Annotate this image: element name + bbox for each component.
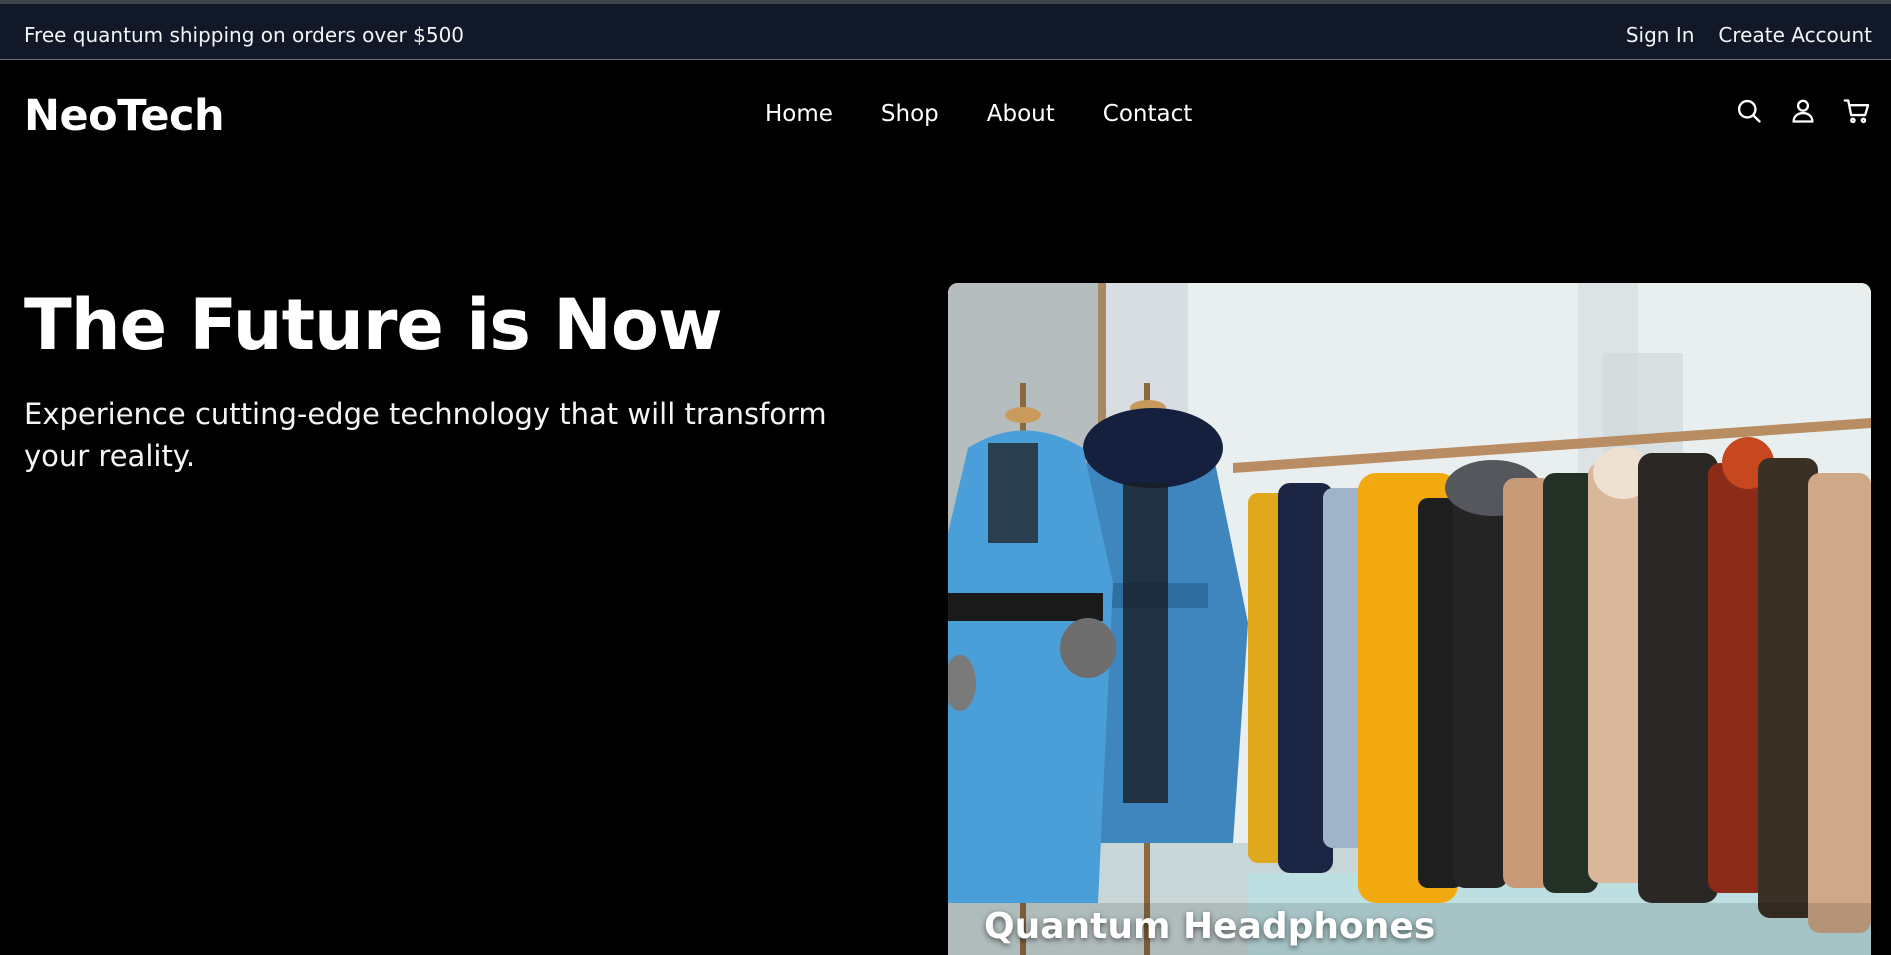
hero-subtitle: Experience cutting-edge technology that … (24, 397, 827, 473)
hero-image-card[interactable]: Quantum Headphones (948, 283, 1871, 955)
sign-in-link[interactable]: Sign In (1626, 23, 1695, 47)
hero-title: The Future is Now (24, 284, 723, 366)
site-header: NeoTech Home Shop About Contact (0, 60, 1891, 170)
user-icon[interactable] (1789, 97, 1817, 125)
nav-home[interactable]: Home (765, 100, 833, 128)
cart-icon[interactable] (1843, 97, 1871, 125)
nav-contact[interactable]: Contact (1103, 100, 1192, 128)
header-icons (1735, 97, 1871, 125)
main-nav: Home Shop About Contact (765, 100, 1192, 128)
search-icon[interactable] (1735, 97, 1763, 125)
promo-bar: Free quantum shipping on orders over $50… (0, 0, 1891, 60)
nav-about[interactable]: About (987, 100, 1055, 128)
page: Free quantum shipping on orders over $50… (0, 0, 1891, 955)
hero-image (948, 283, 1871, 955)
promo-text: Free quantum shipping on orders over $50… (24, 23, 465, 47)
account-links: Sign In Create Account (1626, 23, 1872, 47)
create-account-link[interactable]: Create Account (1718, 23, 1872, 47)
nav-shop[interactable]: Shop (881, 100, 939, 128)
card-caption: Quantum Headphones (984, 906, 1436, 947)
logo[interactable]: NeoTech (24, 90, 225, 142)
